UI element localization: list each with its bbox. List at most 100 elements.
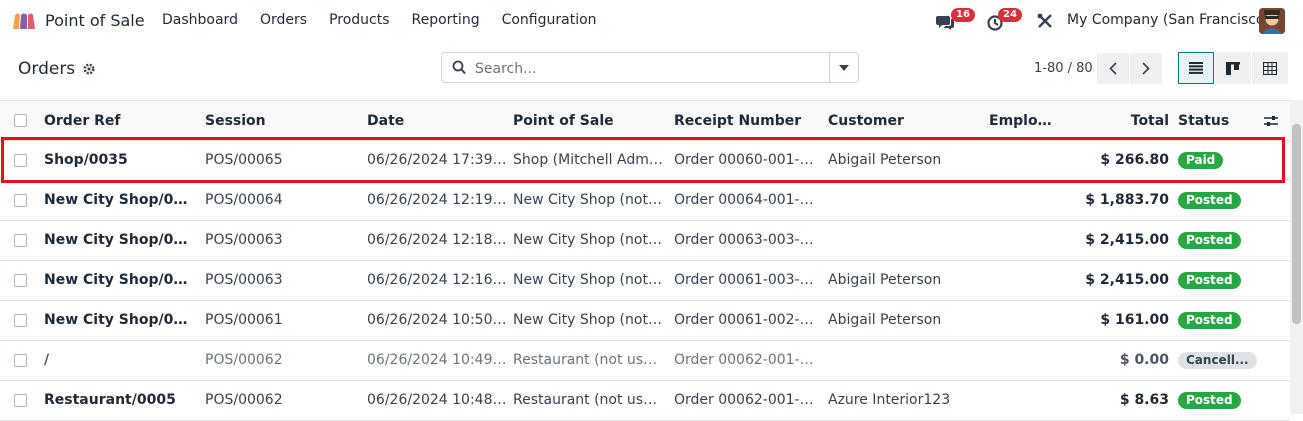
session-cell: POS/00064 bbox=[205, 192, 283, 208]
list-view-button[interactable] bbox=[1178, 52, 1214, 84]
vertical-scrollbar[interactable] bbox=[1290, 100, 1303, 414]
list-icon bbox=[1189, 62, 1203, 74]
pivot-view-button[interactable] bbox=[1252, 52, 1288, 84]
user-avatar[interactable] bbox=[1259, 8, 1285, 34]
row-checkbox[interactable] bbox=[14, 274, 27, 287]
order-ref-cell: Restaurant/0005 bbox=[44, 392, 176, 408]
point-of-sale-cell: New City Shop (not u... bbox=[513, 272, 663, 288]
column-receipt-number[interactable]: Receipt Number bbox=[674, 113, 824, 129]
pager-value[interactable]: 1-80 / 80 bbox=[1034, 61, 1093, 76]
point-of-sale-cell: Restaurant (not used) bbox=[513, 392, 663, 408]
receipt-number-cell: Order 00062-001-00... bbox=[674, 352, 819, 368]
kanban-icon bbox=[1226, 61, 1240, 75]
column-customer[interactable]: Customer bbox=[828, 113, 978, 129]
session-cell: POS/00062 bbox=[205, 352, 283, 368]
table-header: Order Ref Session Date Point of Sale Rec… bbox=[0, 101, 1290, 141]
customer-cell: Abigail Peterson bbox=[828, 272, 942, 288]
table-row[interactable]: Shop/0035 POS/00065 06/26/2024 17:39:01 Sho… bbox=[0, 141, 1290, 181]
total-cell: $ 2,415.00 bbox=[1085, 272, 1169, 288]
pager-previous-button[interactable] bbox=[1097, 53, 1129, 84]
row-checkbox[interactable] bbox=[14, 314, 27, 327]
status-badge: Paid bbox=[1178, 152, 1224, 169]
column-session[interactable]: Session bbox=[205, 113, 355, 129]
page-title: Orders bbox=[18, 59, 76, 79]
search-input[interactable] bbox=[473, 58, 837, 80]
order-ref-cell: New City Shop/0017 bbox=[44, 192, 194, 208]
date-cell: 06/26/2024 10:49:03 bbox=[367, 352, 507, 368]
row-checkbox[interactable] bbox=[14, 354, 27, 367]
menu-orders[interactable]: Orders bbox=[260, 12, 307, 28]
order-ref-cell: New City Shop/0014 bbox=[44, 312, 194, 328]
breadcrumb: Orders bbox=[18, 59, 95, 79]
session-cell: POS/00063 bbox=[205, 232, 283, 248]
row-checkbox[interactable] bbox=[14, 154, 27, 167]
menu-dashboard[interactable]: Dashboard bbox=[162, 12, 238, 28]
caret-down-icon bbox=[839, 64, 849, 71]
table-row[interactable]: Restaurant/0005 POS/00062 06/26/2024 10:48… bbox=[0, 381, 1290, 421]
status-badge: Cancell... bbox=[1178, 352, 1257, 369]
date-cell: 06/26/2024 17:39:01 bbox=[367, 152, 507, 168]
row-checkbox[interactable] bbox=[14, 194, 27, 207]
receipt-number-cell: Order 00063-003-00... bbox=[674, 232, 819, 248]
tools-icon[interactable] bbox=[1037, 13, 1053, 29]
main-menu: Dashboard Orders Products Reporting Conf… bbox=[162, 12, 619, 28]
orders-table: Order Ref Session Date Point of Sale Rec… bbox=[0, 100, 1290, 421]
gear-icon[interactable] bbox=[83, 63, 95, 75]
column-point-of-sale[interactable]: Point of Sale bbox=[513, 113, 663, 129]
total-cell: $ 2,415.00 bbox=[1085, 232, 1169, 248]
row-checkbox[interactable] bbox=[14, 394, 27, 407]
status-badge: Posted bbox=[1178, 192, 1241, 209]
scrollbar-thumb[interactable] bbox=[1292, 124, 1301, 324]
optional-columns-icon[interactable] bbox=[1264, 115, 1278, 127]
point-of-sale-cell: New City Shop (not u... bbox=[513, 232, 663, 248]
session-cell: POS/00063 bbox=[205, 272, 283, 288]
row-checkbox[interactable] bbox=[14, 234, 27, 247]
order-ref-cell: / bbox=[44, 352, 50, 368]
search-bar[interactable] bbox=[441, 52, 859, 83]
table-row[interactable]: New City Shop/0014 POS/00061 06/26/2024 10… bbox=[0, 301, 1290, 341]
app-name[interactable]: Point of Sale bbox=[45, 11, 145, 30]
table-row[interactable]: / POS/00062 06/26/2024 10:49:03 Restaurant … bbox=[0, 341, 1290, 381]
table-row[interactable]: New City Shop/0015 POS/00063 06/26/2024 12… bbox=[0, 261, 1290, 301]
receipt-number-cell: Order 00064-001-00... bbox=[674, 192, 819, 208]
status-badge: Posted bbox=[1178, 392, 1241, 409]
messages-tray[interactable]: 16 bbox=[936, 8, 975, 34]
control-panel: Orders 1-80 / 80 bbox=[0, 42, 1303, 100]
menu-products[interactable]: Products bbox=[329, 12, 389, 28]
top-navbar: Point of Sale Dashboard Orders Products … bbox=[0, 0, 1303, 42]
user-avatar-image bbox=[1259, 8, 1285, 34]
activities-tray[interactable]: 24 bbox=[987, 8, 1023, 34]
customer-cell: Azure Interior123 bbox=[828, 392, 951, 408]
order-ref-cell: Shop/0035 bbox=[44, 152, 128, 168]
receipt-number-cell: Order 00061-003-00... bbox=[674, 272, 819, 288]
date-cell: 06/26/2024 12:18:31 bbox=[367, 232, 507, 248]
messages-badge: 16 bbox=[951, 8, 975, 22]
session-cell: POS/00062 bbox=[205, 392, 283, 408]
column-date[interactable]: Date bbox=[367, 113, 507, 129]
column-total[interactable]: Total bbox=[1069, 113, 1169, 129]
column-employee[interactable]: Employ... bbox=[989, 113, 1059, 129]
search-options-toggle[interactable] bbox=[829, 53, 858, 82]
pos-app-icon[interactable] bbox=[11, 11, 37, 31]
menu-configuration[interactable]: Configuration bbox=[502, 12, 597, 28]
column-status[interactable]: Status bbox=[1178, 113, 1248, 129]
customer-cell: Abigail Peterson bbox=[828, 152, 942, 168]
status-badge: Posted bbox=[1178, 232, 1241, 249]
menu-reporting[interactable]: Reporting bbox=[412, 12, 480, 28]
table-row[interactable]: New City Shop/0016 POS/00063 06/26/2024 12… bbox=[0, 221, 1290, 261]
total-cell: $ 0.00 bbox=[1119, 352, 1169, 368]
select-all-checkbox[interactable] bbox=[14, 114, 27, 127]
customer-cell: Abigail Peterson bbox=[828, 312, 942, 328]
table-row[interactable]: New City Shop/0017 POS/00064 06/26/2024 12… bbox=[0, 181, 1290, 221]
pager-next-button[interactable] bbox=[1130, 53, 1162, 84]
column-order-ref[interactable]: Order Ref bbox=[44, 113, 194, 129]
total-cell: $ 8.63 bbox=[1119, 392, 1169, 408]
table-grid-icon bbox=[1263, 61, 1277, 75]
date-cell: 06/26/2024 12:16:47 bbox=[367, 272, 507, 288]
company-switcher[interactable]: My Company (San Francisco) bbox=[1067, 12, 1270, 28]
point-of-sale-cell: New City Shop (not u... bbox=[513, 192, 663, 208]
receipt-number-cell: Order 00060-001-00... bbox=[674, 152, 819, 168]
kanban-view-button[interactable] bbox=[1215, 52, 1251, 84]
point-of-sale-cell: Restaurant (not used) bbox=[513, 352, 663, 368]
receipt-number-cell: Order 00061-002-00... bbox=[674, 312, 819, 328]
